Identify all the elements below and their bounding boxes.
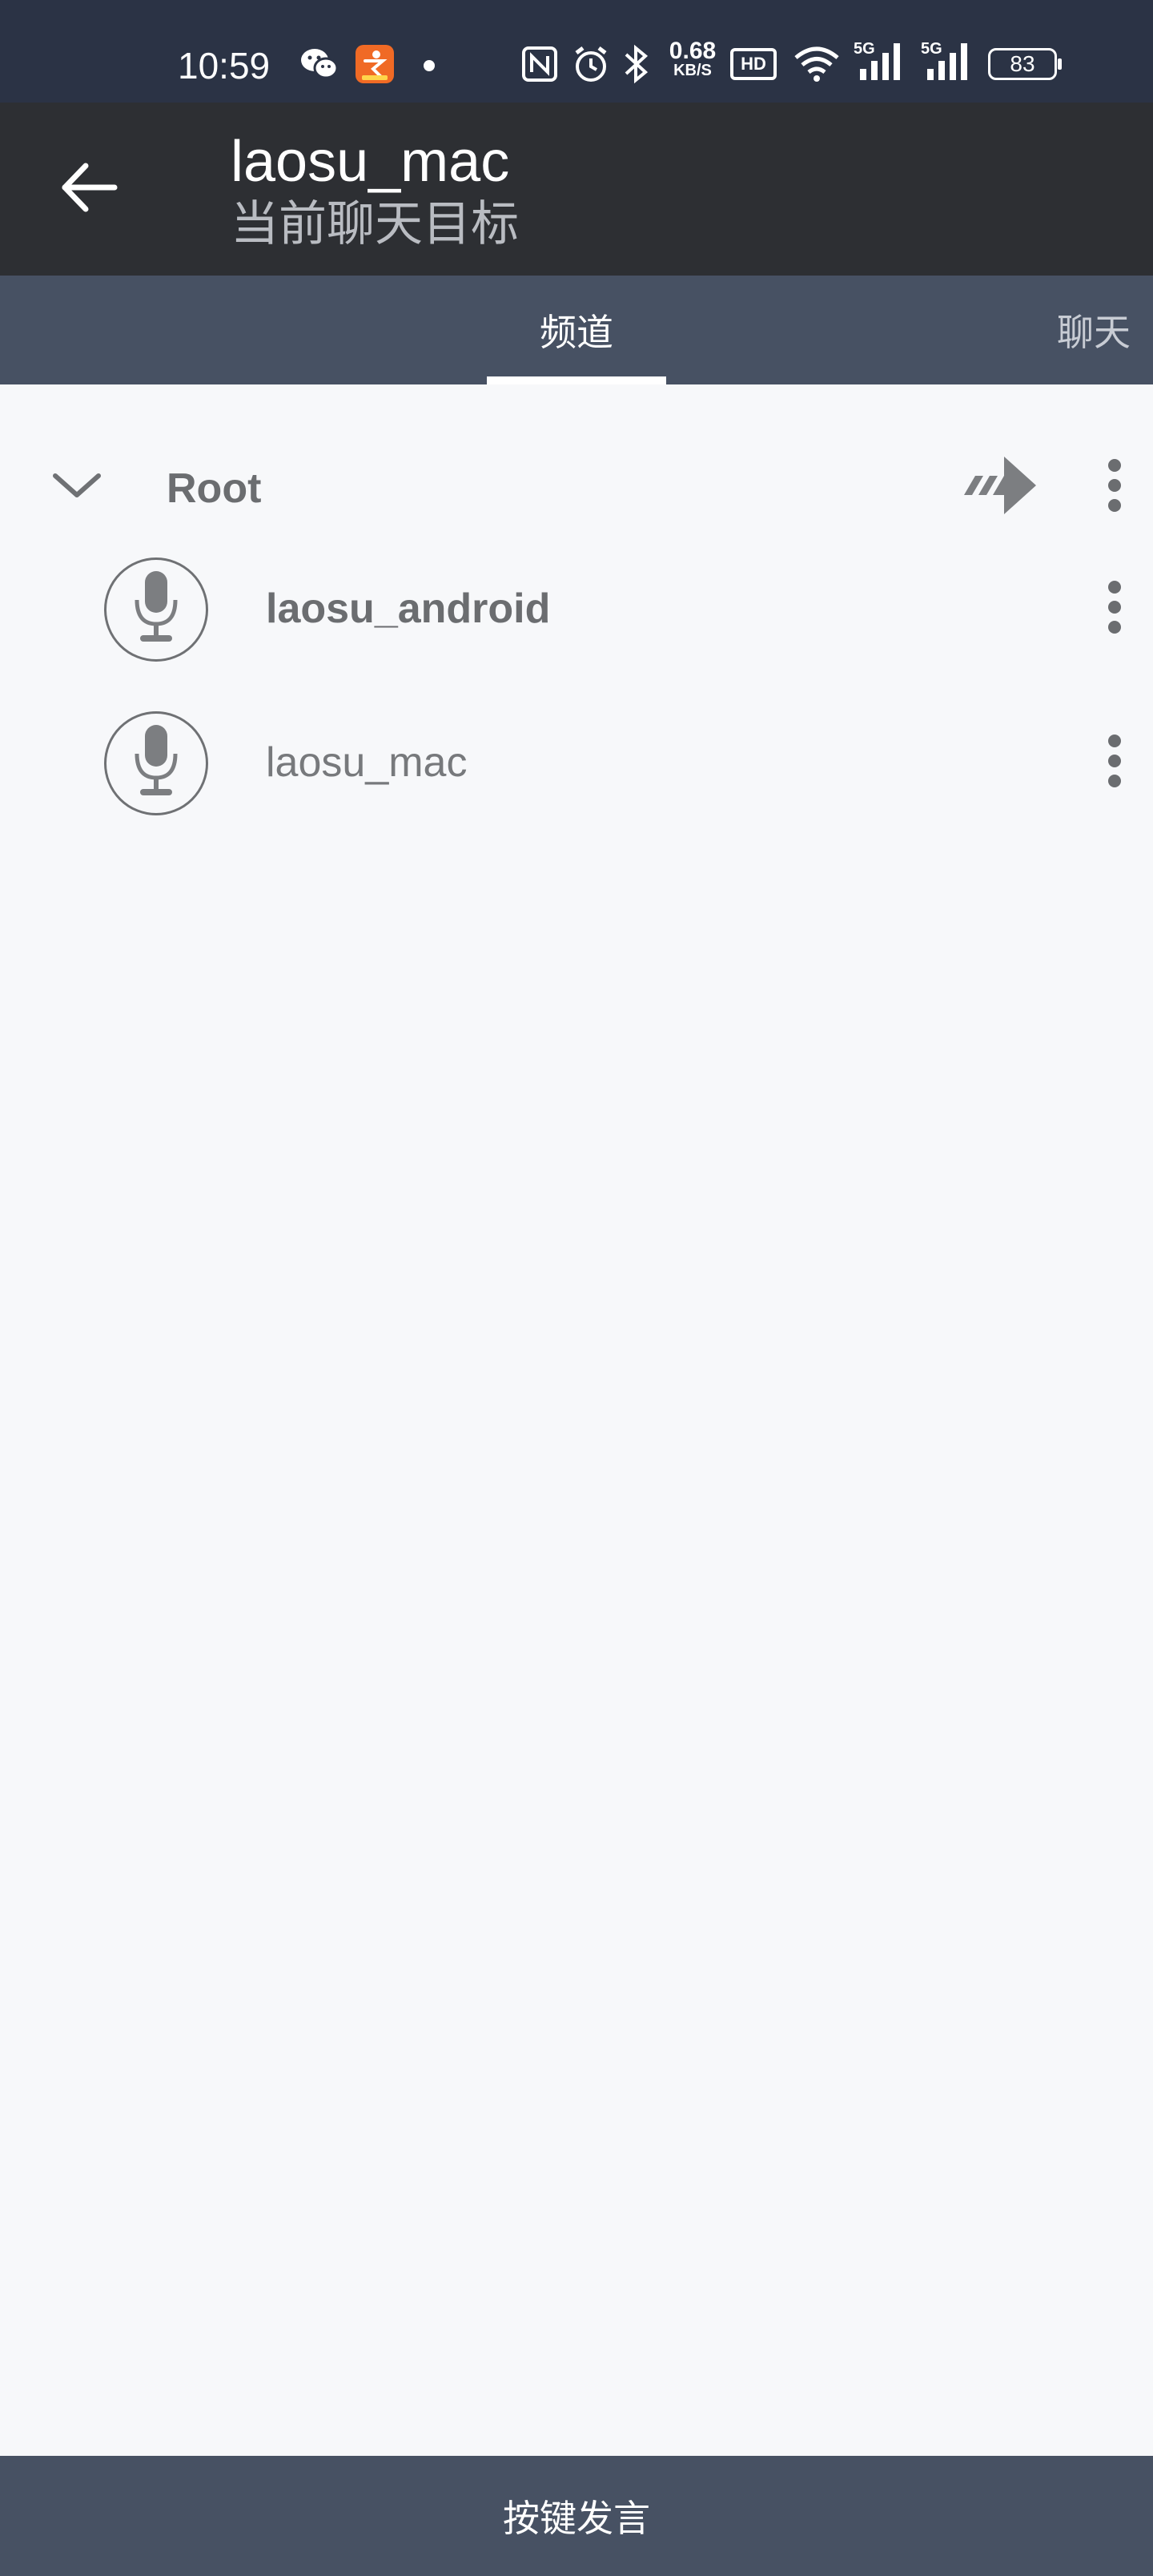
more-vert-icon <box>1107 733 1123 792</box>
signal-icon: 5G <box>921 40 974 85</box>
page-title: laosu_mac <box>231 130 510 194</box>
battery-level: 83 <box>1010 51 1035 76</box>
chevron-down-icon <box>52 471 102 503</box>
app-bar: laosu_mac 当前聊天目标 <box>0 103 1153 276</box>
user-name: laosu_android <box>266 586 551 632</box>
alarm-icon <box>572 45 610 87</box>
page-subtitle: 当前聊天目标 <box>231 196 519 252</box>
hd-label: HD <box>741 54 766 74</box>
app-notification-icon <box>356 45 394 87</box>
user-avatar <box>104 711 208 815</box>
hd-icon: HD <box>730 48 777 80</box>
tab-chat[interactable]: 聊天 <box>1057 276 1153 384</box>
more-vert-icon <box>1107 579 1123 638</box>
channel-list: Root laosu_android laosu_mac <box>0 384 1153 2456</box>
status-time: 10:59 <box>178 45 271 87</box>
signal-label: 5G <box>921 40 942 58</box>
join-channel-button[interactable] <box>958 455 1041 519</box>
net-speed-value: 0.68 <box>669 38 717 64</box>
app-root: 10:59 0.68 KB/S HD 5G 5G 83 laosu_mac 当前… <box>0 0 1153 2576</box>
channel-name: Root <box>167 465 262 512</box>
wechat-icon <box>299 46 339 85</box>
user-more-button[interactable] <box>1091 569 1139 649</box>
push-to-talk-button[interactable]: 按键发言 <box>0 2456 1153 2576</box>
dot-icon <box>423 59 436 75</box>
channel-row-root[interactable]: Root <box>0 410 1153 564</box>
user-row[interactable]: laosu_mac <box>0 711 1153 865</box>
signal-label: 5G <box>854 40 875 58</box>
expand-toggle[interactable] <box>45 455 109 519</box>
back-button[interactable] <box>45 144 135 234</box>
status-bar: 10:59 0.68 KB/S HD 5G 5G 83 <box>0 0 1153 103</box>
tab-label: 频道 <box>540 311 613 354</box>
bluetooth-icon <box>623 43 650 88</box>
arrow-left-icon <box>62 163 118 215</box>
tab-channels[interactable]: 频道 <box>487 276 666 384</box>
user-avatar <box>104 557 208 662</box>
join-arrow-icon <box>961 455 1038 519</box>
user-row[interactable]: laosu_android <box>0 557 1153 711</box>
signal-icon: 5G <box>854 40 906 85</box>
tab-bar: 频道 聊天 <box>0 276 1153 384</box>
microphone-icon <box>132 568 180 651</box>
push-to-talk-label: 按键发言 <box>503 2497 650 2540</box>
net-speed: 0.68 KB/S <box>665 38 721 80</box>
more-vert-icon <box>1107 457 1123 517</box>
wifi-icon <box>793 45 841 87</box>
user-more-button[interactable] <box>1091 722 1139 803</box>
nfc-icon <box>522 46 557 85</box>
battery-icon: 83 <box>988 48 1062 80</box>
channel-more-button[interactable] <box>1091 447 1139 527</box>
user-name: laosu_mac <box>266 739 468 786</box>
tab-label: 聊天 <box>1057 311 1131 354</box>
tab-indicator <box>487 376 666 384</box>
microphone-icon <box>132 722 180 805</box>
